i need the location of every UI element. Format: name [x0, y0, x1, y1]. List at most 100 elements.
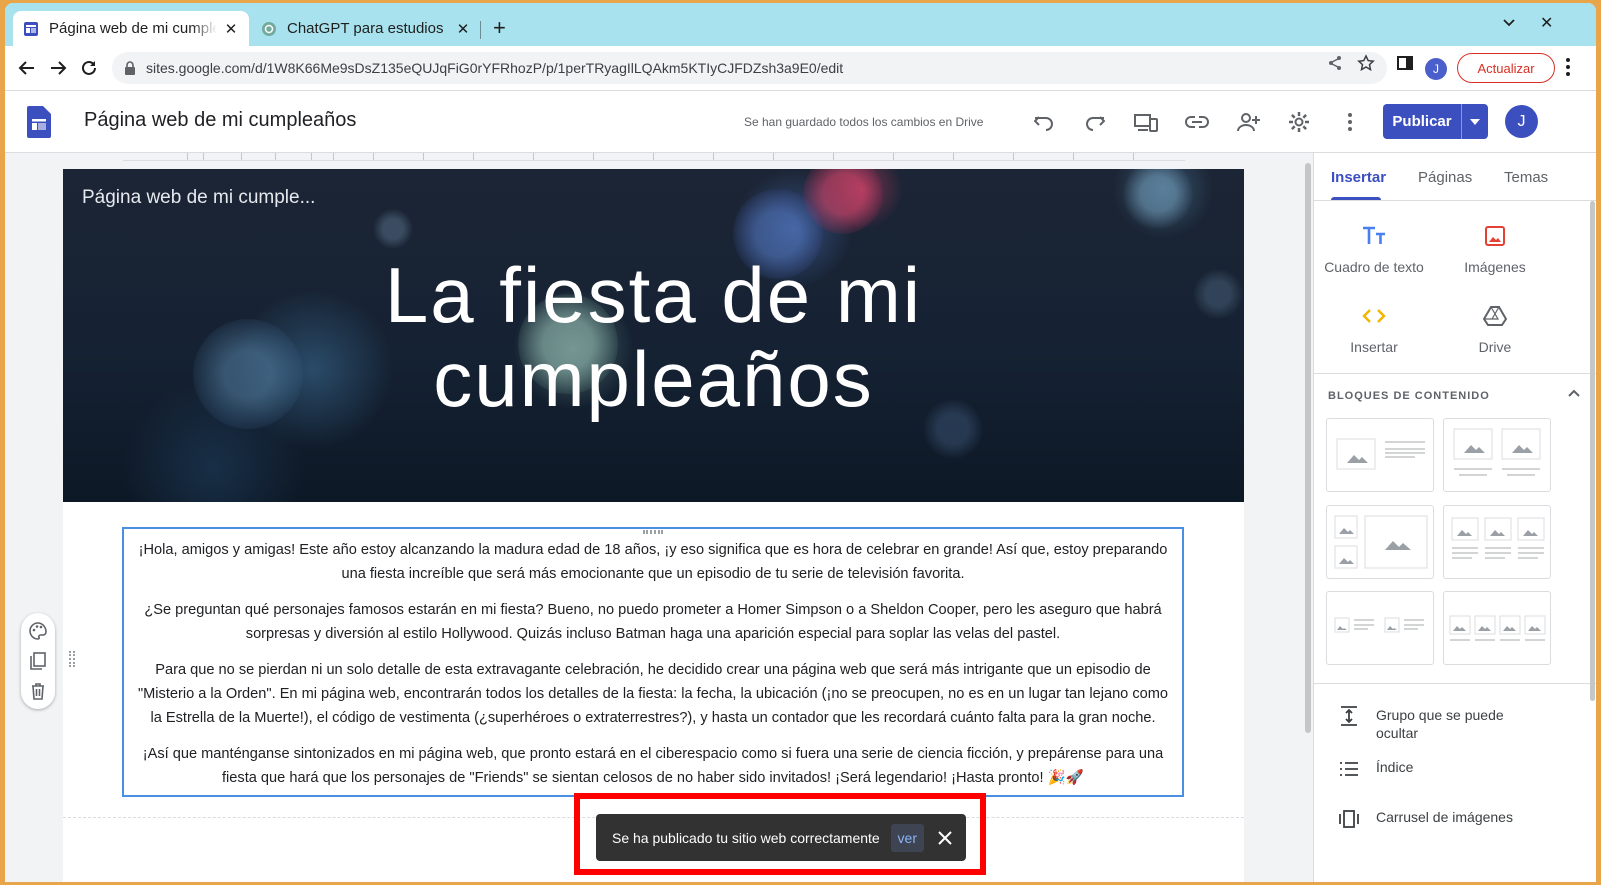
tab-strip: Página web de mi cumpleaños ✕ ChatGPT pa…: [5, 3, 1596, 46]
browser-profile-avatar[interactable]: J: [1425, 58, 1447, 80]
text-box[interactable]: ¡Hola, amigos y amigas! Este año estoy a…: [122, 527, 1184, 797]
browser-menu-icon[interactable]: [1565, 57, 1571, 77]
close-tab-icon[interactable]: ✕: [455, 20, 471, 38]
insert-text-box-button[interactable]: Cuadro de texto: [1314, 221, 1434, 275]
url-text: sites.google.com/d/1W8K66Me9sDsZ135eQUJq…: [146, 60, 844, 76]
browser-window: Página web de mi cumpleaños ✕ ChatGPT pa…: [5, 3, 1596, 882]
insert-drive-button[interactable]: Drive: [1435, 301, 1555, 355]
snackbar-message: Se ha publicado tu sitio web correctamen…: [612, 829, 880, 846]
tab-themes[interactable]: Temas: [1504, 169, 1548, 186]
link-icon[interactable]: [1184, 109, 1210, 135]
paragraph[interactable]: ¡Hola, amigos y amigas! Este año estoy a…: [132, 538, 1174, 586]
account-avatar[interactable]: J: [1505, 105, 1538, 138]
new-tab-icon[interactable]: +: [493, 17, 506, 39]
content-block-two-images[interactable]: [1443, 418, 1551, 492]
tool-label: Imágenes: [1464, 259, 1526, 275]
collapse-chevron-icon[interactable]: [1568, 389, 1580, 397]
canvas-scrollbar[interactable]: [1305, 153, 1313, 882]
sites-editor-header: Página web de mi cumpleaños Se han guard…: [5, 91, 1596, 153]
content-block-three-columns[interactable]: [1443, 505, 1551, 579]
google-sites-favicon-icon: [24, 21, 38, 36]
site-name-in-header[interactable]: Página web de mi cumple...: [82, 187, 315, 209]
panel-scrollbar[interactable]: [1590, 201, 1595, 701]
publish-success-snackbar: Se ha publicado tu sitio web correctamen…: [596, 814, 966, 861]
embed-code-icon: [1314, 301, 1434, 331]
paragraph[interactable]: ¡Así que manténganse sintonizados en mi …: [132, 742, 1174, 790]
forward-icon[interactable]: [46, 56, 70, 80]
hero-title-line2: cumpleaños: [433, 335, 874, 423]
insert-image-carousel[interactable]: Carrusel de imágenes: [1338, 809, 1513, 829]
table-of-contents-icon: [1340, 762, 1358, 776]
header-banner[interactable]: Página web de mi cumple... La fiesta de …: [63, 169, 1244, 502]
hero-title-line1: La fiesta de mi: [384, 251, 923, 339]
image-carousel-icon: [1339, 810, 1359, 828]
tab-insert[interactable]: Insertar: [1331, 169, 1386, 186]
tab-title: ChatGPT para estudios: [287, 20, 444, 37]
paragraph[interactable]: Para que no se pierdan ni un solo detall…: [132, 658, 1174, 730]
save-status: Se han guardado todos los cambios en Dri…: [744, 115, 984, 129]
bookmark-star-icon[interactable]: [1357, 54, 1375, 72]
tab-title: Página web de mi cumpleaños: [49, 20, 217, 37]
chatgpt-favicon-icon: [262, 21, 276, 36]
google-sites-logo-icon[interactable]: [27, 106, 51, 138]
image-icon: [1435, 221, 1555, 251]
close-snackbar-icon[interactable]: [936, 829, 954, 847]
item-label: Índice: [1376, 759, 1414, 775]
item-label: Grupo que se puede ocultar: [1376, 707, 1504, 741]
tab-separator: [480, 21, 481, 39]
ruler: [123, 153, 1185, 161]
tab-search-chevron-icon[interactable]: [1502, 15, 1516, 34]
text-box-drag-handle[interactable]: [643, 530, 663, 534]
side-panel-icon[interactable]: [1396, 54, 1414, 72]
hero-title[interactable]: La fiesta de mi cumpleaños: [63, 253, 1244, 421]
insert-table-of-contents[interactable]: Índice: [1338, 759, 1413, 779]
editor-canvas: Página web de mi cumple... La fiesta de …: [5, 153, 1305, 882]
redo-icon[interactable]: [1082, 109, 1108, 135]
content-blocks-header[interactable]: BLOQUES DE CONTENIDO: [1328, 390, 1490, 402]
publish-label[interactable]: Publicar: [1383, 104, 1462, 139]
site-page: Página web de mi cumple... La fiesta de …: [63, 169, 1244, 882]
lock-icon: [125, 61, 135, 75]
settings-gear-icon[interactable]: [1286, 109, 1312, 135]
undo-icon[interactable]: [1031, 109, 1057, 135]
publish-button[interactable]: Publicar: [1383, 104, 1488, 139]
insert-panel: Insertar Páginas Temas Cuadro de texto I…: [1313, 153, 1596, 882]
content-block-image-text[interactable]: [1326, 418, 1434, 492]
section-toolbar: [21, 613, 55, 709]
tool-label: Insertar: [1350, 339, 1398, 355]
more-options-icon[interactable]: [1337, 109, 1363, 135]
item-label: Carrusel de imágenes: [1376, 809, 1513, 825]
reload-icon[interactable]: [77, 56, 101, 80]
collapsible-group-icon: [1341, 706, 1357, 726]
tool-label: Drive: [1478, 339, 1512, 355]
site-title[interactable]: Página web de mi cumpleaños: [84, 109, 356, 132]
palette-icon[interactable]: [28, 621, 48, 641]
delete-icon[interactable]: [28, 681, 48, 701]
back-icon[interactable]: [15, 56, 39, 80]
browser-toolbar: sites.google.com/d/1W8K66Me9sDsZ135eQUJq…: [5, 46, 1596, 91]
insert-collapsible-group[interactable]: Grupo que se puede ocultar: [1338, 706, 1526, 742]
duplicate-icon[interactable]: [28, 651, 48, 671]
publish-dropdown-icon[interactable]: [1462, 104, 1488, 139]
tool-label: Cuadro de texto: [1324, 259, 1424, 275]
section-drag-handle[interactable]: [69, 651, 75, 667]
share-icon[interactable]: [1326, 54, 1344, 72]
preview-devices-icon[interactable]: [1133, 109, 1159, 135]
view-site-link[interactable]: ver: [890, 823, 924, 852]
address-bar[interactable]: sites.google.com/d/1W8K66Me9sDsZ135eQUJq…: [112, 52, 1387, 84]
window-close-icon[interactable]: ✕: [1540, 13, 1553, 33]
tab-chatgpt[interactable]: ChatGPT para estudios ✕: [251, 11, 481, 46]
tab-birthday-site[interactable]: Página web de mi cumpleaños ✕: [13, 11, 249, 46]
insert-images-button[interactable]: Imágenes: [1435, 221, 1555, 275]
text-box-icon: [1314, 221, 1434, 251]
content-block-three-images[interactable]: [1326, 505, 1434, 579]
content-block-four-images[interactable]: [1443, 591, 1551, 665]
insert-embed-button[interactable]: Insertar: [1314, 301, 1434, 355]
drive-icon: [1435, 301, 1555, 331]
tab-pages[interactable]: Páginas: [1418, 169, 1472, 186]
add-person-icon[interactable]: [1235, 109, 1261, 135]
content-block-two-image-list[interactable]: [1326, 591, 1434, 665]
paragraph[interactable]: ¿Se preguntan qué personajes famosos est…: [132, 598, 1174, 646]
close-tab-icon[interactable]: ✕: [223, 20, 239, 38]
update-browser-button[interactable]: Actualizar: [1457, 53, 1555, 83]
